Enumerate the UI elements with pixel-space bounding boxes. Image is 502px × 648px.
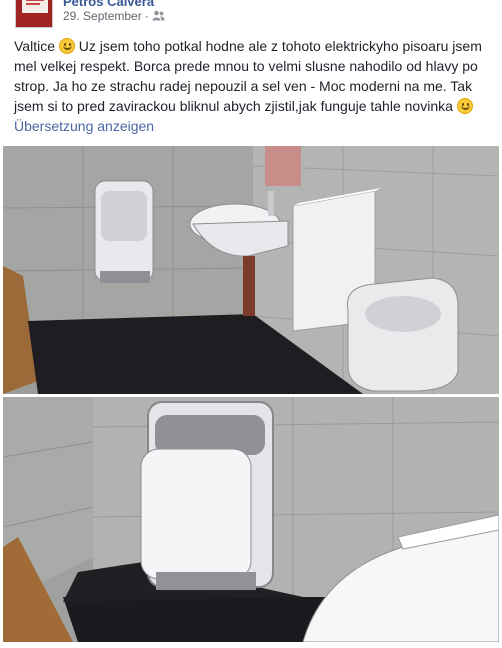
- restroom-photo-2[interactable]: [3, 397, 499, 642]
- post-text: Valtice Uz jsem toho potkal hodne ale z …: [14, 36, 492, 116]
- post-date[interactable]: 29. September: [63, 9, 142, 23]
- friends-icon[interactable]: [152, 10, 165, 24]
- facebook-post: Petros Calvera 29. September · Valtice Uz…: [0, 0, 502, 648]
- hand-dryer-closeup-image: [3, 397, 499, 642]
- post-text-part-2: Uz jsem toho potkal hodne ale z tohoto e…: [14, 38, 482, 114]
- post-header: Petros Calvera 29. September ·: [0, 0, 502, 30]
- restroom-photo-1[interactable]: [3, 146, 499, 394]
- restroom-hand-dryer-urinal-image: [3, 146, 499, 394]
- meta-separator: ·: [144, 9, 149, 23]
- avatar[interactable]: [15, 0, 53, 28]
- smiley-emoji-icon: [456, 98, 473, 114]
- post-text-part-1: Valtice: [14, 38, 59, 54]
- translate-link[interactable]: Übersetzung anzeigen: [14, 118, 154, 134]
- post-meta: 29. September ·: [63, 9, 165, 24]
- author-name[interactable]: Petros Calvera: [63, 0, 154, 9]
- smiley-emoji-icon: [58, 38, 75, 54]
